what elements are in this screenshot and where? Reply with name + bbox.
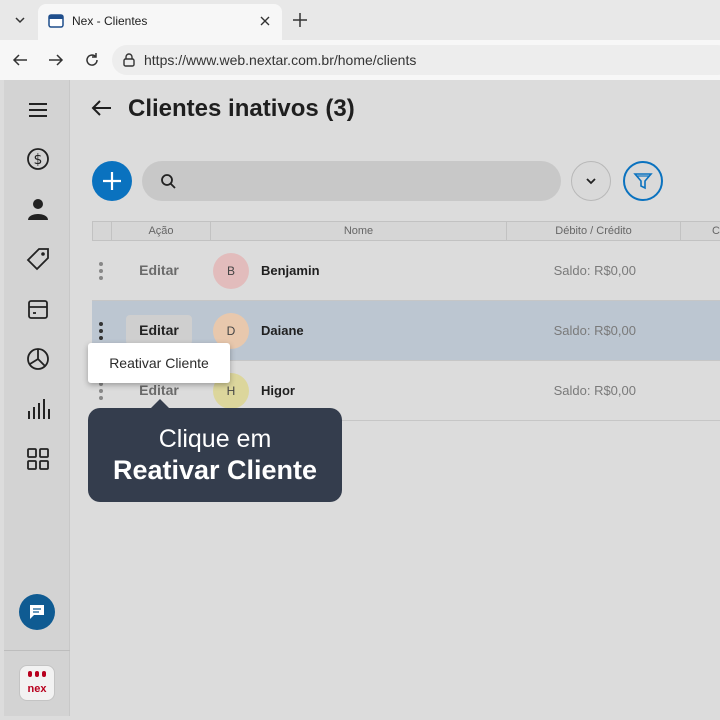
reload-icon[interactable] [80,48,104,72]
close-icon[interactable] [256,12,274,30]
search-icon [160,173,176,189]
kebab-menu-icon[interactable] [98,261,104,281]
search-bar [142,161,561,201]
tooltip-line-1: Clique em [158,425,272,453]
favicon-icon [48,13,64,29]
svg-text:$: $ [34,152,43,168]
table-header: Ação Nome Débito / Crédito C [92,221,720,241]
reactivate-client-menu-item[interactable]: Reativar Cliente [109,355,209,371]
add-client-button[interactable] [92,161,132,201]
back-icon[interactable] [8,48,32,72]
app-area: $ nex Clientes inativos (3) Ação Nome Dé… [0,80,720,720]
lock-icon [121,52,137,68]
header-select-cell [93,222,112,240]
header-nome[interactable]: Nome [211,222,507,240]
search-input[interactable] [182,169,542,193]
forward-icon[interactable] [44,48,68,72]
kebab-menu-icon[interactable] [98,381,104,401]
sidebar: $ nex [4,80,70,716]
header-debito-credito[interactable]: Débito / Crédito [507,222,681,240]
box-icon[interactable] [25,296,51,322]
client-name[interactable]: Daiane [261,323,304,338]
page-title-text: Clientes inativos [128,95,319,122]
new-tab-plus-icon[interactable] [288,8,312,32]
tooltip-line-2: Reativar Cliente [112,455,318,485]
chat-support-button[interactable] [19,594,55,630]
url-text: https://www.web.nextar.com.br/home/clien… [144,52,417,68]
browser-tab[interactable]: Nex - Clientes [38,4,282,40]
filter-icon [633,173,653,190]
filter-button[interactable] [623,161,663,201]
header-acao: Ação [112,222,211,240]
browser-tab-bar: Nex - Clientes [0,0,720,40]
chevron-down-icon [586,178,596,185]
edit-button[interactable]: Editar [126,315,192,345]
table-row: Editar B Benjamin Saldo: R$0,00 [92,241,720,301]
dollar-icon[interactable]: $ [25,146,51,172]
tutorial-tooltip: Clique em Reativar Cliente [88,399,342,502]
sort-dropdown-button[interactable] [571,161,611,201]
tooltip-arrow [150,399,170,409]
kebab-menu-icon[interactable] [98,321,104,341]
pie-chart-icon[interactable] [25,346,51,372]
sidebar-divider [4,650,70,651]
plus-icon [103,172,121,190]
client-balance: Saldo: R$0,00 [553,383,636,398]
nex-logo-text: nex [27,683,47,695]
user-icon[interactable] [25,196,51,222]
hamburger-menu-icon[interactable] [25,97,51,123]
header-c: C [712,225,720,237]
clients-table: Ação Nome Débito / Crédito C Editar B Be… [92,221,720,421]
row-context-menu: Reativar Cliente [88,343,230,383]
avatar: B [213,253,249,289]
grid-icon[interactable] [25,446,51,472]
page-title: Clientes inativos (3) [128,95,355,123]
bar-chart-icon[interactable] [25,396,51,422]
tab-list-chevron-icon[interactable] [6,6,34,34]
back-arrow-icon[interactable] [90,96,114,120]
edit-button[interactable]: Editar [126,255,192,285]
client-balance: Saldo: R$0,00 [553,263,636,278]
tab-title: Nex - Clientes [72,14,148,28]
tag-icon[interactable] [25,246,51,272]
address-bar[interactable]: https://www.web.nextar.com.br/home/clien… [112,45,720,75]
client-name[interactable]: Benjamin [261,263,320,278]
nex-logo[interactable]: nex [19,665,55,701]
client-balance: Saldo: R$0,00 [553,323,636,338]
page-title-count: (3) [325,95,355,122]
chat-icon [30,605,44,619]
client-name[interactable]: Higor [261,383,295,398]
nex-logo-mark-icon [28,671,46,677]
browser-nav-bar: https://www.web.nextar.com.br/home/clien… [0,40,720,80]
